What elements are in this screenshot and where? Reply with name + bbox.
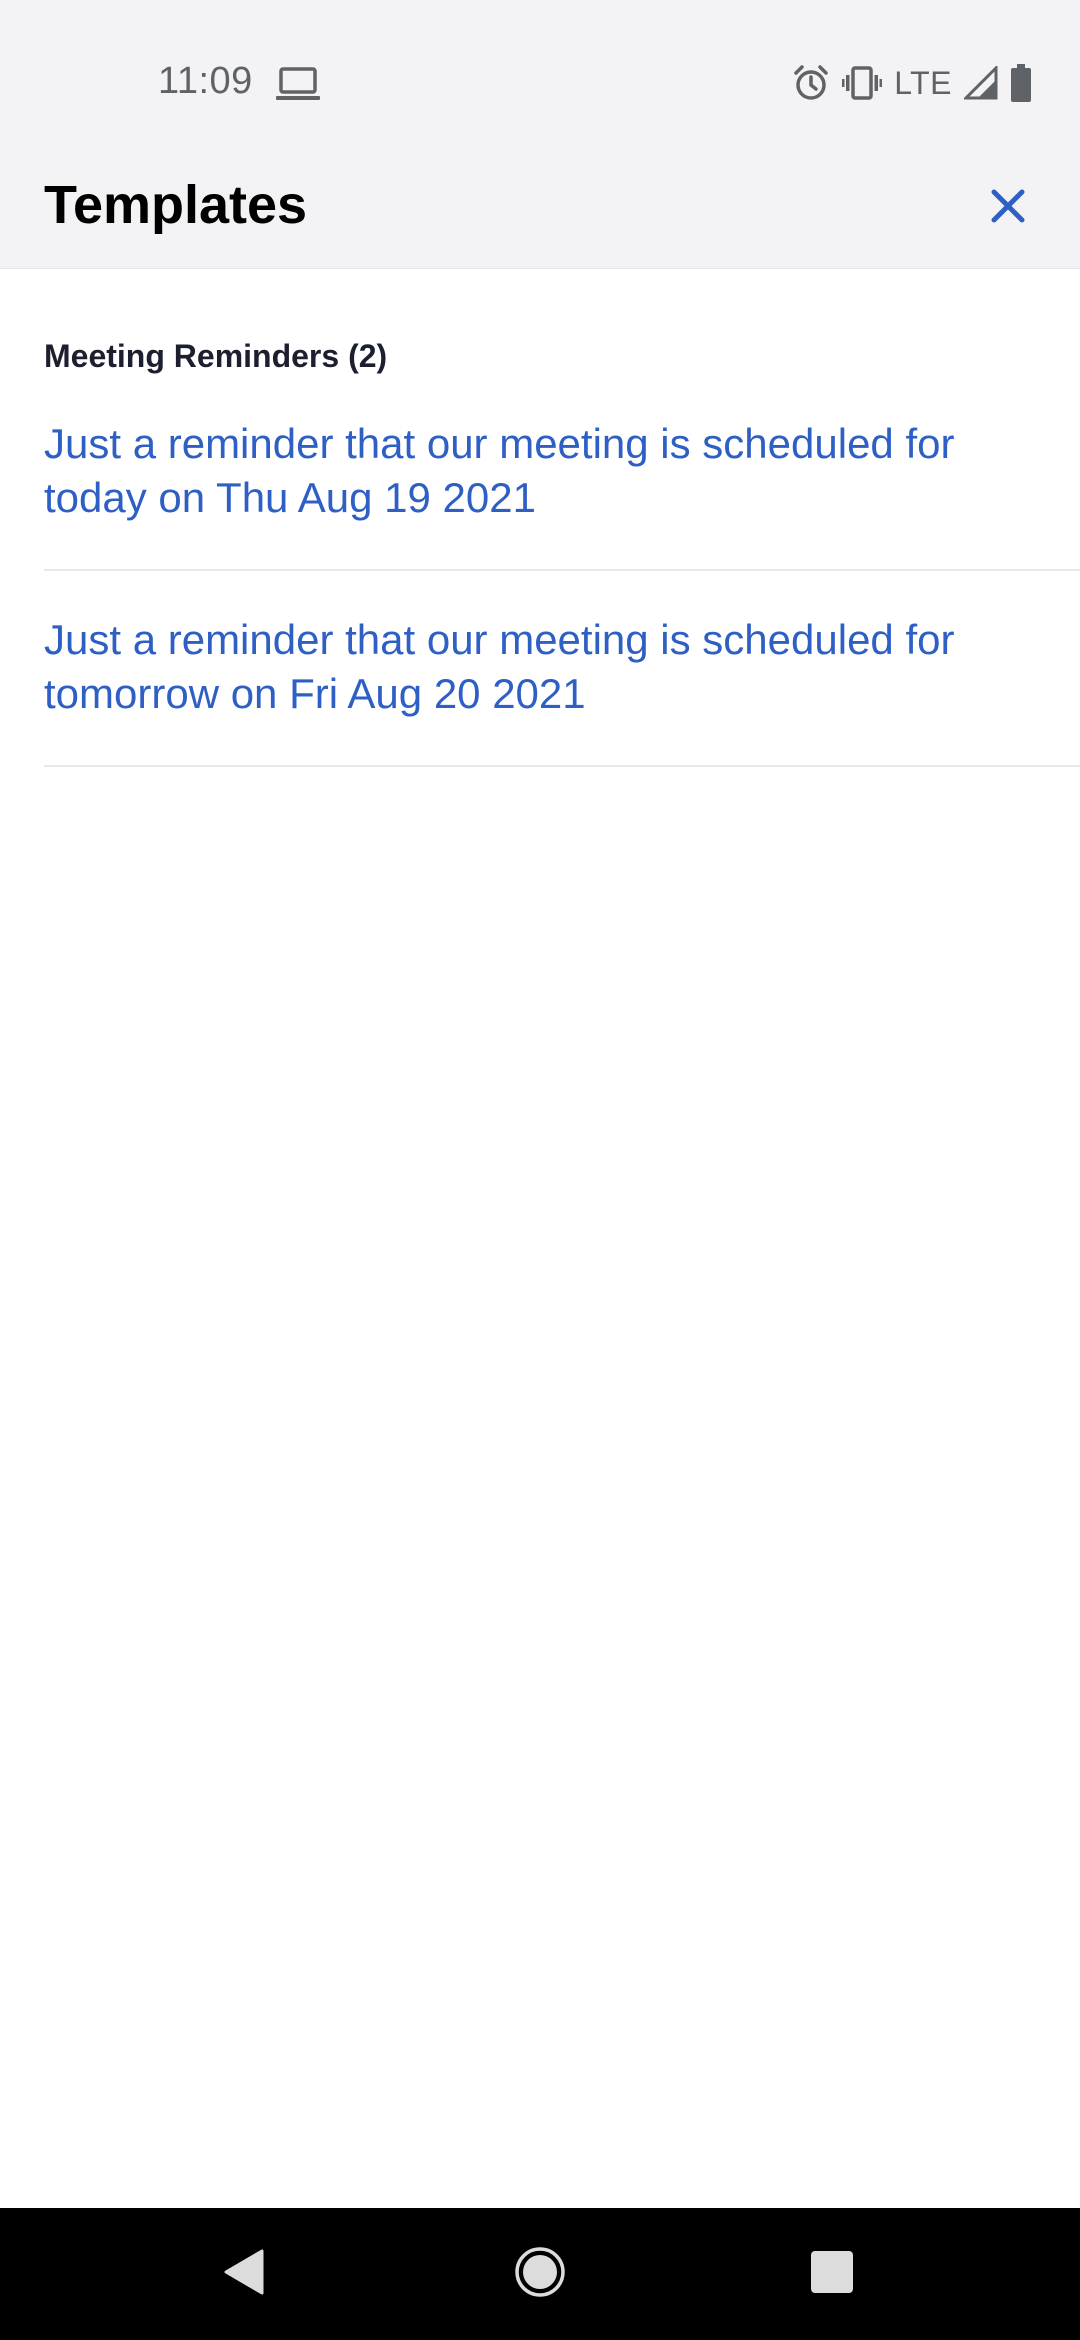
back-button[interactable] xyxy=(212,2242,276,2306)
templates-screen: 11:09 LTE Templates Meeting Reminders (2… xyxy=(0,0,1080,2340)
laptop-icon xyxy=(276,66,320,102)
battery-icon xyxy=(1010,64,1032,102)
network-type: LTE xyxy=(894,64,952,101)
home-button[interactable] xyxy=(508,2242,572,2306)
alarm-icon xyxy=(792,64,830,102)
home-icon xyxy=(514,2246,566,2303)
status-icons: LTE xyxy=(792,58,1032,108)
navigation-bar xyxy=(0,2208,1080,2340)
status-time: 11:09 xyxy=(158,60,253,102)
template-item[interactable]: Just a reminder that our meeting is sche… xyxy=(44,571,1080,767)
templates-content: Meeting Reminders (2) Just a reminder th… xyxy=(0,268,1080,767)
back-icon xyxy=(222,2248,266,2301)
status-bar: 11:09 LTE xyxy=(0,0,1080,150)
template-list: Just a reminder that our meeting is sche… xyxy=(44,393,1080,767)
template-item[interactable]: Just a reminder that our meeting is sche… xyxy=(44,393,1080,571)
app-header: Templates xyxy=(0,150,1080,269)
signal-icon xyxy=(964,66,998,100)
vibrate-icon xyxy=(842,66,883,100)
close-button[interactable] xyxy=(980,180,1036,236)
close-icon xyxy=(990,188,1026,229)
recents-button[interactable] xyxy=(800,2242,864,2306)
section-header: Meeting Reminders (2) xyxy=(44,338,388,374)
page-title: Templates xyxy=(44,175,308,235)
recents-icon xyxy=(810,2250,854,2299)
